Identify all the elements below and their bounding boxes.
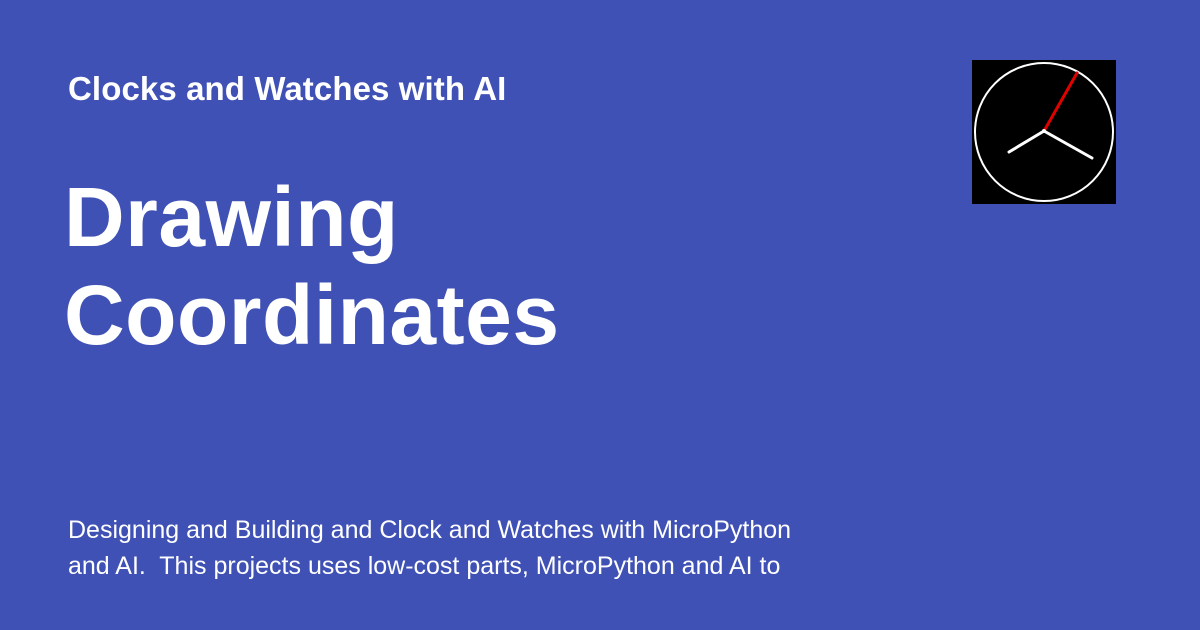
clock-logo [972,60,1116,204]
site-name: Clocks and Watches with AI [68,70,507,107]
page-description: Designing and Building and Clock and Wat… [68,516,792,580]
analog-clock-icon [972,60,1116,204]
clock-center [1042,129,1046,133]
page-title-line-2: Coordinates [64,268,560,362]
social-card: Clocks and Watches with AI Drawing Coord… [0,0,1200,630]
page-title-line-1: Drawing [64,170,399,264]
page-title: Drawing Coordinates [64,168,864,364]
